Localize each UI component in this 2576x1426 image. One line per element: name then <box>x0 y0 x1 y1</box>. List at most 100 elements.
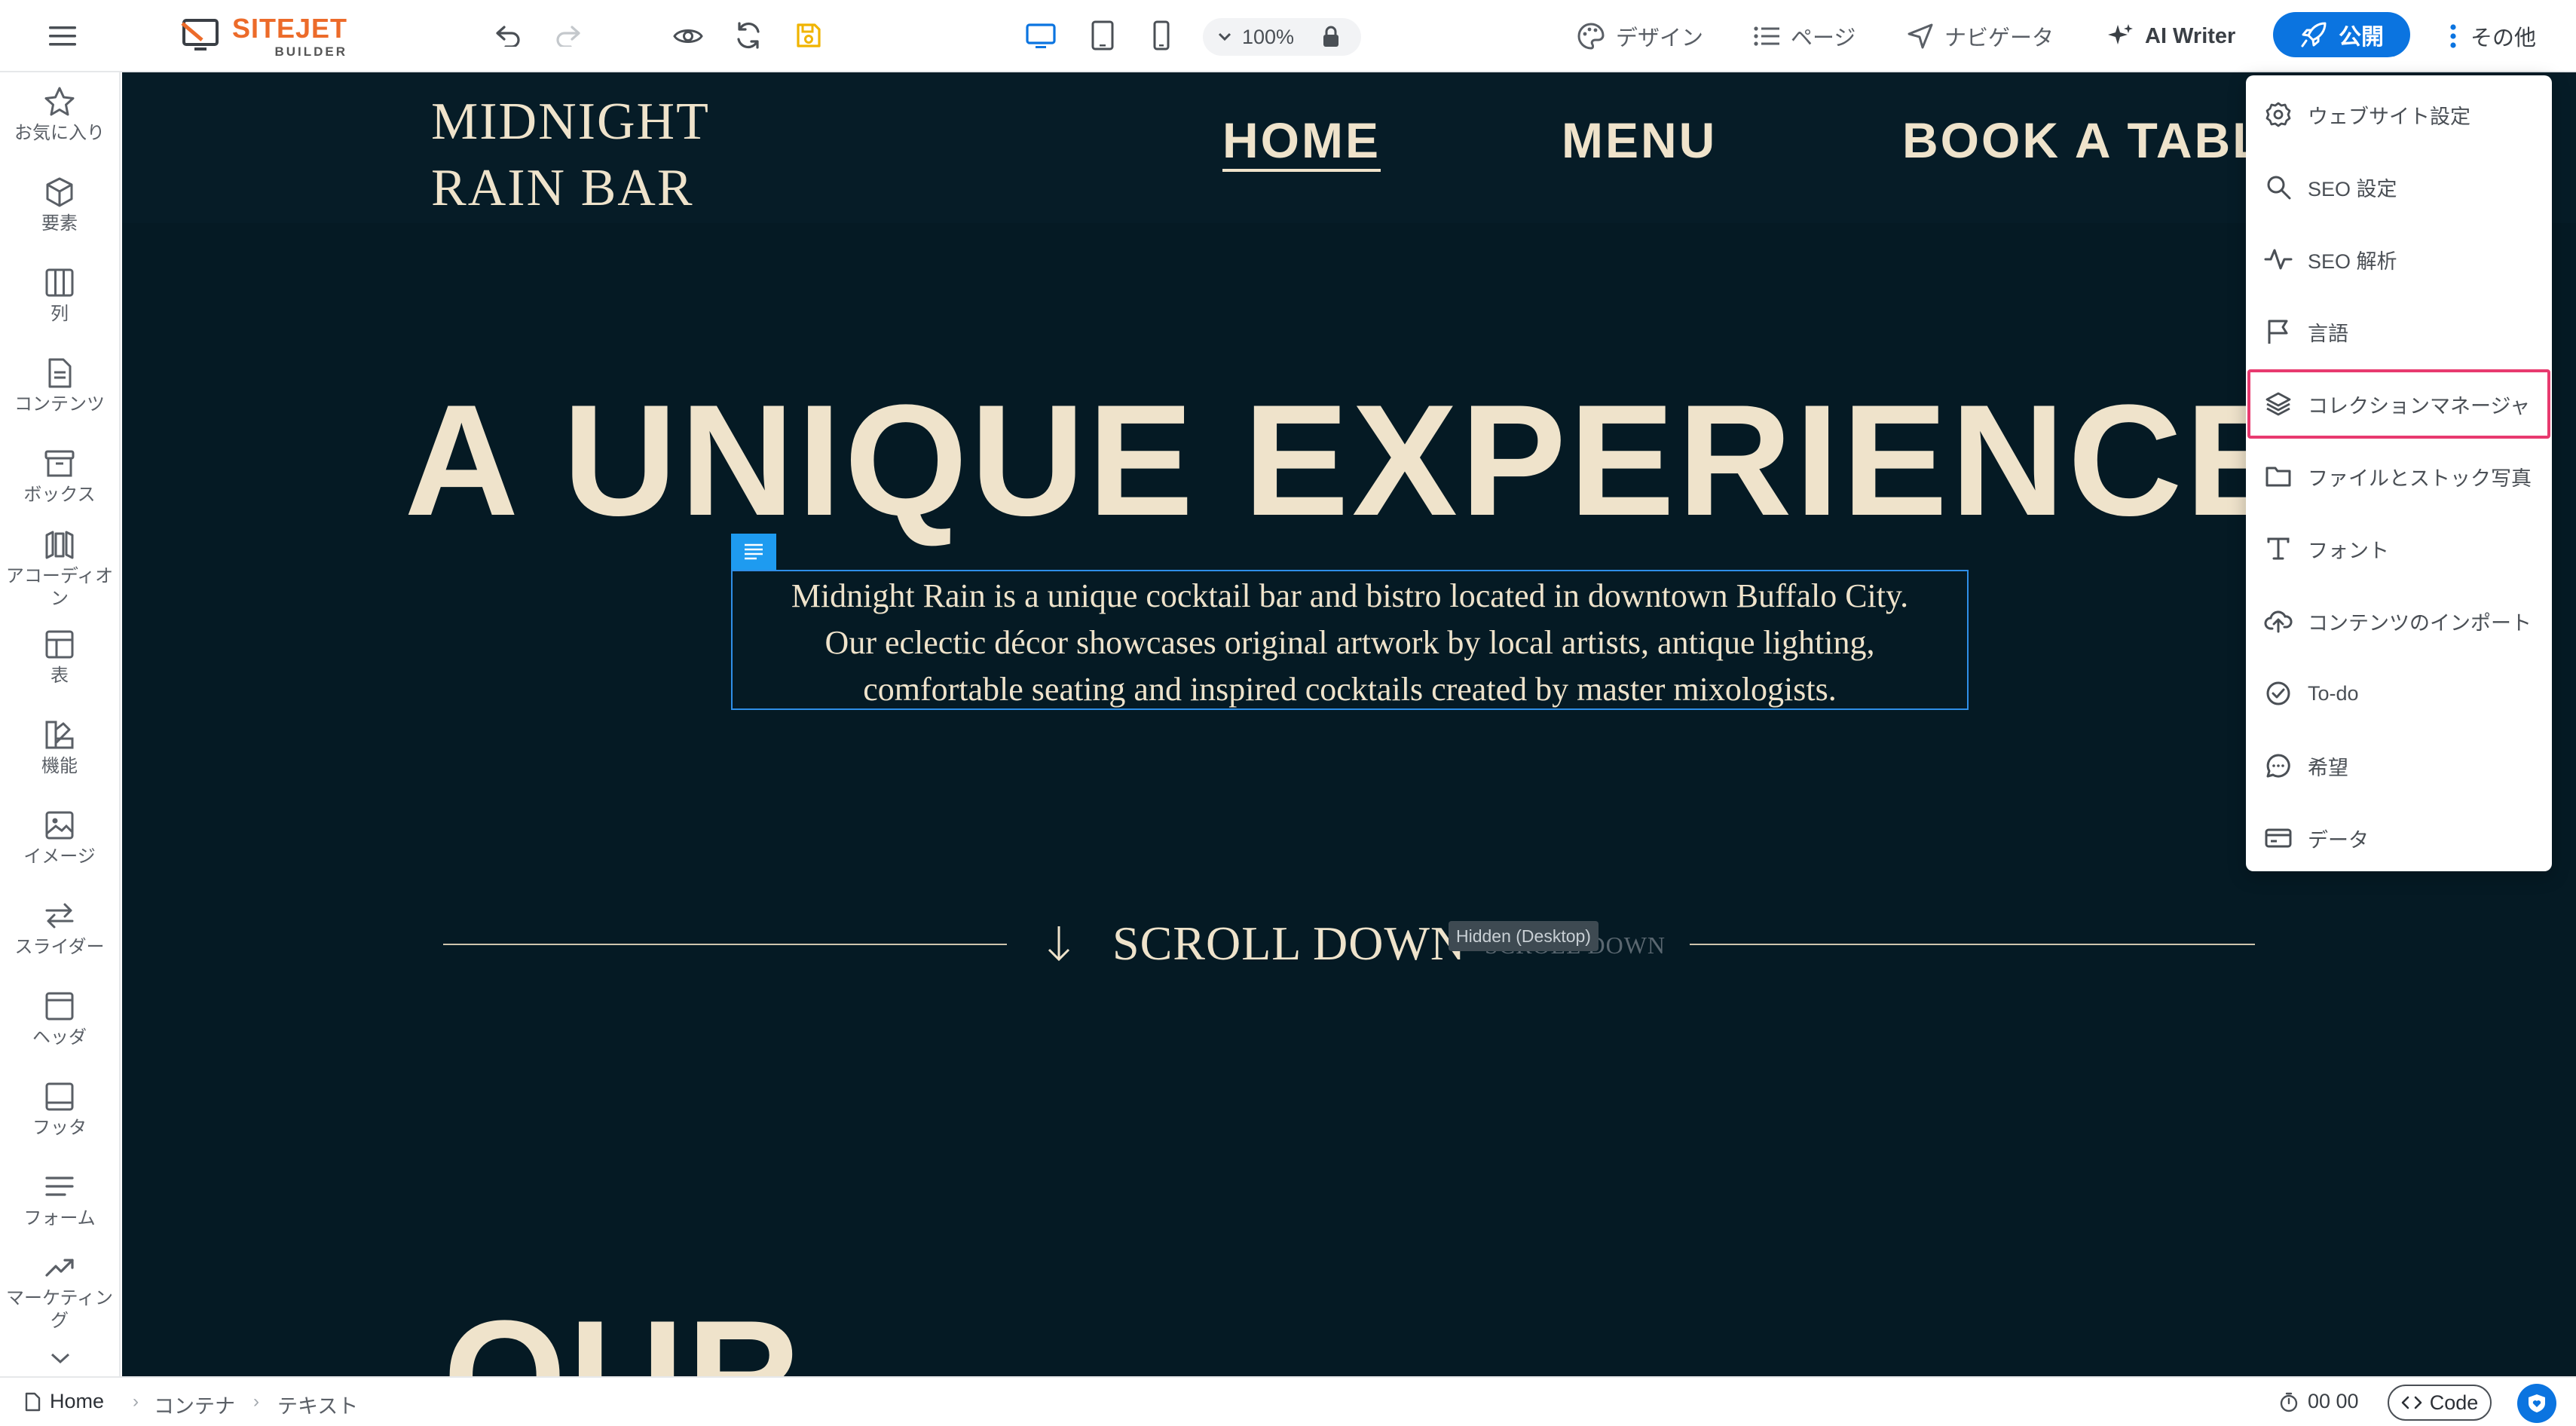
sidebar-item-accordion[interactable]: アコーディオン <box>0 529 119 610</box>
menu-item-collection-manager[interactable]: コレクションマネージャ <box>2247 369 2550 439</box>
columns-icon <box>45 268 74 297</box>
section-title[interactable]: OUR <box>443 1293 804 1377</box>
site-header[interactable]: MIDNIGHT RAIN BAR HOME MENU BOOK A TABLE <box>122 72 2576 223</box>
sidebar-item-image[interactable]: イメージ <box>0 809 119 868</box>
menu-item-label: SEO 解析 <box>2308 249 2397 273</box>
refresh-icon[interactable] <box>730 17 767 54</box>
header-icon <box>45 992 74 1021</box>
site-nav-home[interactable]: HOME <box>1222 112 1381 172</box>
star-icon <box>44 87 75 116</box>
sidebar-item-columns[interactable]: 列 <box>0 267 119 326</box>
arrows-icon <box>45 903 74 929</box>
hero-title[interactable]: A UNIQUE EXPERIENCE <box>122 374 2576 547</box>
folder-icon <box>2265 467 2291 487</box>
type-icon <box>2267 537 2290 560</box>
site-nav-menu[interactable]: MENU <box>1562 112 1717 172</box>
menu-item-label: コレクションマネージャ <box>2308 394 2531 418</box>
website-canvas[interactable]: MIDNIGHT RAIN BAR HOME MENU BOOK A TABLE… <box>122 72 2576 1376</box>
menu-item-fonts[interactable]: フォント <box>2249 516 2549 582</box>
site-brand[interactable]: MIDNIGHT RAIN BAR <box>431 89 710 222</box>
brand-line-1: MIDNIGHT <box>431 93 710 151</box>
more-menu-button[interactable]: その他 <box>2449 15 2536 57</box>
menu-item-label: フォント <box>2308 539 2389 562</box>
menu-item-label: SEO 設定 <box>2308 177 2397 200</box>
menu-item-content-import[interactable]: コンテンツのインポート <box>2249 588 2549 654</box>
menu-item-data[interactable]: データ <box>2249 805 2549 871</box>
cube-icon <box>46 177 73 207</box>
publish-button[interactable]: 公開 <box>2273 12 2410 57</box>
menu-item-wishes[interactable]: 希望 <box>2249 733 2549 799</box>
navigator-label: ナビゲータ <box>1944 26 2054 50</box>
hamburger-menu-icon[interactable] <box>45 20 80 53</box>
pages-button[interactable]: ページ <box>1753 15 1856 57</box>
undo-icon[interactable] <box>490 18 526 54</box>
sidebar-item-content[interactable]: コンテンツ <box>0 357 119 416</box>
sparkle-icon <box>2108 24 2133 44</box>
design-button[interactable]: デザイン <box>1577 15 1703 57</box>
ai-writer-button[interactable]: AI Writer <box>2106 15 2235 57</box>
sidebar-scroll-down-chevron-icon[interactable] <box>44 1346 77 1370</box>
more-dropdown-menu: ウェブサイト設定 SEO 設定 SEO 解析 言語 コレクションマネージャ ファ… <box>2246 75 2552 871</box>
check-circle-icon <box>2266 681 2290 705</box>
logo-wordmark: SITEJET <box>232 12 348 44</box>
sidebar-item-boxes[interactable]: ボックス <box>0 448 119 506</box>
menu-item-todo[interactable]: To-do <box>2249 660 2549 727</box>
breadcrumb-home[interactable]: Home <box>24 1390 104 1413</box>
sidebar-item-table[interactable]: 表 <box>0 629 119 687</box>
sidebar-item-label: 要素 <box>41 213 78 234</box>
code-label: Code <box>2429 1391 2479 1414</box>
sidebar-item-marketing[interactable]: マーケティング <box>0 1251 119 1333</box>
lock-icon[interactable] <box>1321 26 1341 48</box>
sidebar-item-header[interactable]: ヘッダ <box>0 990 119 1049</box>
shapes-icon <box>45 721 74 749</box>
menu-item-label: データ <box>2308 828 2369 852</box>
heart-shield-icon <box>2529 1394 2545 1412</box>
tablet-view-icon[interactable] <box>1084 17 1121 54</box>
sidebar-item-features[interactable]: 機能 <box>0 719 119 778</box>
menu-item-seo-settings[interactable]: SEO 設定 <box>2249 154 2549 220</box>
menu-item-label: ファイルとストック写真 <box>2308 467 2532 490</box>
code-button[interactable]: Code <box>2388 1385 2492 1421</box>
timer-value: 00 00 <box>2308 1390 2359 1412</box>
scroll-down-link[interactable]: SCROLL DOWN <box>1112 913 1466 974</box>
document-icon <box>48 358 72 388</box>
sidebar-item-elements[interactable]: 要素 <box>0 176 119 235</box>
sidebar-item-label: コンテンツ <box>14 394 105 415</box>
list-icon <box>1754 26 1779 46</box>
monitor-logo-icon <box>181 19 219 50</box>
site-nav-book-a-table[interactable]: BOOK A TABLE <box>1902 112 2301 172</box>
save-icon[interactable] <box>790 17 828 54</box>
sidebar-item-label: フッタ <box>32 1118 87 1138</box>
redo-icon[interactable] <box>550 18 586 54</box>
zoom-level: 100% <box>1242 25 1295 48</box>
menu-item-seo-analysis[interactable]: SEO 解析 <box>2249 226 2549 292</box>
help-chat-button[interactable] <box>2517 1384 2556 1423</box>
menu-item-files-and-stock-photos[interactable]: ファイルとストック写真 <box>2249 443 2549 510</box>
sidebar-item-favorites[interactable]: お気に入り <box>0 86 119 145</box>
sitejet-logo[interactable]: SITEJET BUILDER <box>179 14 347 59</box>
breadcrumb-text[interactable]: テキスト <box>277 1390 358 1419</box>
menu-item-label: ウェブサイト設定 <box>2308 105 2470 128</box>
selected-text-block[interactable]: Midnight Rain is a unique cocktail bar a… <box>731 570 1969 710</box>
menu-item-website-settings[interactable]: ウェブサイト設定 <box>2249 81 2549 148</box>
mobile-view-icon[interactable] <box>1143 17 1180 54</box>
time-tracker[interactable]: 00 00 <box>2279 1390 2359 1413</box>
navigator-button[interactable]: ナビゲータ <box>1907 15 2054 57</box>
sidebar-item-footer[interactable]: フッタ <box>0 1081 119 1140</box>
sidebar-item-form[interactable]: フォーム <box>0 1171 119 1230</box>
breadcrumb-container[interactable]: コンテナ <box>154 1390 235 1419</box>
trending-icon <box>45 1259 74 1277</box>
arrow-down-icon[interactable] <box>1040 921 1078 966</box>
sidebar-item-slider[interactable]: スライダー <box>0 900 119 959</box>
sidebar-item-label: フォーム <box>23 1208 96 1229</box>
sidebar-item-label: お気に入り <box>14 123 105 143</box>
menu-item-language[interactable]: 言語 <box>2249 298 2549 365</box>
zoom-selector[interactable]: 100% <box>1203 18 1361 56</box>
chat-icon <box>2266 754 2290 778</box>
top-toolbar: SITEJET BUILDER 100% デザイン ページ ナビゲータ AI W… <box>0 0 2576 72</box>
preview-eye-icon[interactable] <box>669 18 707 54</box>
text-element-handle-icon[interactable] <box>731 534 776 570</box>
gear-icon <box>2265 102 2291 127</box>
desktop-view-icon[interactable] <box>1022 18 1060 54</box>
more-label: その他 <box>2470 26 2537 50</box>
